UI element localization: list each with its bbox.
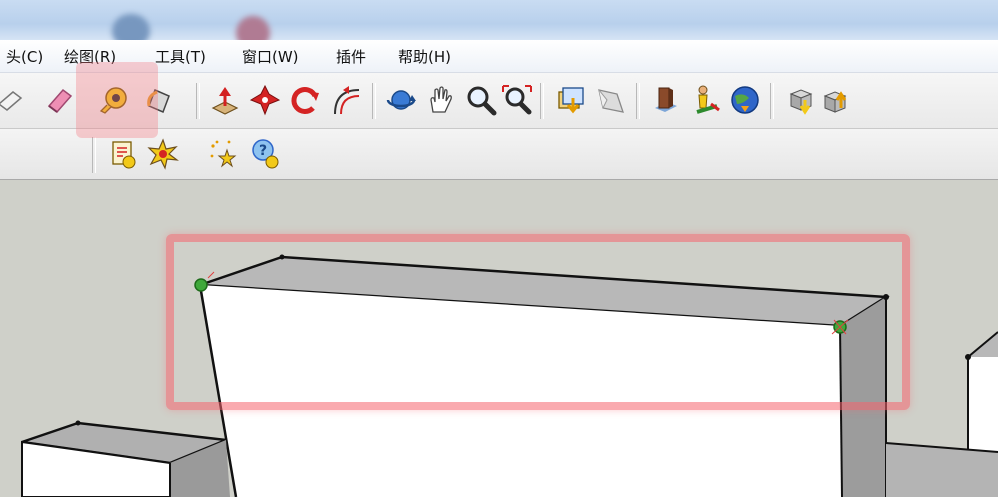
svg-text:?: ? bbox=[259, 143, 267, 159]
vertex bbox=[965, 354, 971, 360]
explode-icon[interactable] bbox=[146, 137, 180, 171]
selected-tool-highlight bbox=[76, 62, 158, 138]
position-camera-icon[interactable] bbox=[688, 83, 722, 117]
menu-tools[interactable]: 工具(T) bbox=[155, 48, 206, 66]
help-icon[interactable]: ? bbox=[248, 137, 282, 171]
toolbar-separator bbox=[540, 83, 544, 119]
previous-view-icon[interactable] bbox=[554, 83, 588, 117]
vertex bbox=[75, 420, 81, 426]
right-box-face bbox=[968, 357, 998, 452]
google-earth-icon[interactable] bbox=[728, 83, 762, 117]
zoom-extents-icon[interactable] bbox=[500, 83, 534, 117]
window-title-bar bbox=[0, 0, 998, 40]
toolbar-separator bbox=[92, 137, 96, 173]
sparkle-icon[interactable] bbox=[206, 137, 240, 171]
toolbar-separator bbox=[770, 83, 774, 119]
follow-me-icon[interactable] bbox=[0, 83, 28, 117]
3d-warehouse-icon[interactable] bbox=[648, 83, 682, 117]
move-icon[interactable] bbox=[248, 83, 282, 117]
toolbar-separator bbox=[636, 83, 640, 119]
title-bar-decoration bbox=[236, 16, 270, 40]
title-bar-decoration bbox=[112, 14, 150, 40]
orbit-icon[interactable] bbox=[384, 83, 418, 117]
eraser-icon[interactable] bbox=[42, 83, 76, 117]
next-view-icon[interactable] bbox=[594, 83, 628, 117]
measured-edge-highlight bbox=[166, 234, 910, 410]
share-model-icon[interactable] bbox=[818, 83, 852, 117]
pan-icon[interactable] bbox=[424, 83, 458, 117]
toolbar-separator bbox=[372, 83, 376, 119]
menu-plugins[interactable]: 插件 bbox=[336, 48, 366, 66]
zoom-icon[interactable] bbox=[464, 83, 498, 117]
menu-camera[interactable]: 头(C) bbox=[6, 48, 43, 66]
report-icon[interactable] bbox=[106, 137, 140, 171]
rotate-icon[interactable] bbox=[288, 83, 322, 117]
toolbar-separator bbox=[196, 83, 200, 119]
menu-help[interactable]: 帮助(H) bbox=[398, 48, 451, 66]
menu-window[interactable]: 窗口(W) bbox=[242, 48, 299, 66]
push-pull-icon[interactable] bbox=[208, 83, 242, 117]
get-models-icon[interactable] bbox=[784, 83, 818, 117]
offset-icon[interactable] bbox=[328, 83, 362, 117]
